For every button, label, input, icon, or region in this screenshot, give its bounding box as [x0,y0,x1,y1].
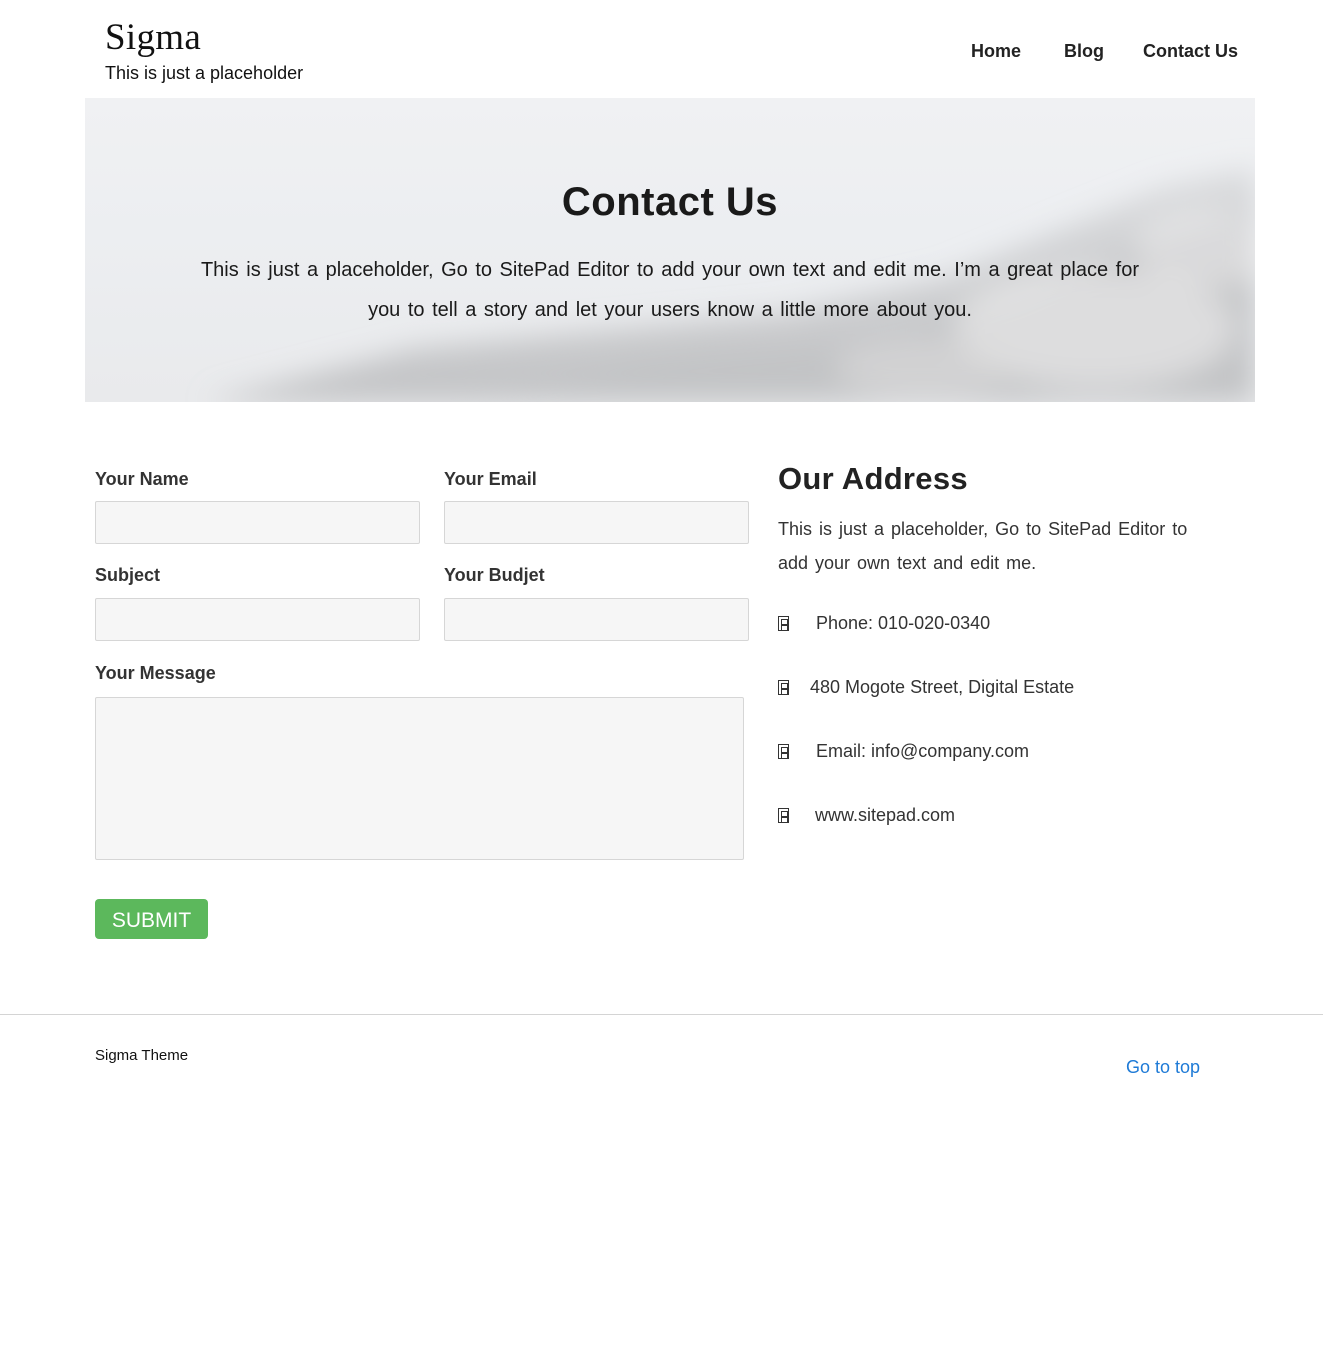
message-textarea[interactable] [95,697,744,860]
address-section: Our Address This is just a placeholder, … [778,460,1223,825]
email-icon [778,743,789,759]
go-to-top-link[interactable]: Go to top [1126,1056,1200,1078]
nav-contact-us[interactable]: Contact Us [1143,40,1238,62]
budget-label: Your Budjet [444,565,545,585]
main-nav: Home Blog Contact Us [971,40,1238,62]
email-text[interactable]: Email: info@company.com [816,740,1029,762]
email-line: Email: info@company.com [778,740,1029,762]
address-text: This is just a placeholder, Go to SitePa… [778,519,1188,573]
website-line: www.sitepad.com [778,804,955,826]
website-text[interactable]: www.sitepad.com [815,804,955,826]
footer-divider [0,1014,1323,1015]
page-title: Contact Us [561,180,779,224]
site-title[interactable]: Sigma [105,17,303,59]
submit-button[interactable]: SUBMIT [95,899,208,939]
name-label: Your Name [95,469,189,489]
hero-content: Contact Us This is just a placeholder, G… [85,98,1255,330]
site-tagline: This is just a placeholder [105,63,304,83]
message-label: Your Message [95,663,216,683]
email-label: Your Email [444,469,537,489]
location-icon [778,679,789,695]
name-input[interactable] [95,501,420,544]
subject-label: Subject [95,565,161,585]
street-text: 480 Mogote Street, Digital Estate [810,677,1075,697]
brand: Sigma This is just a placeholder [105,17,303,84]
nav-blog[interactable]: Blog [1064,40,1104,62]
subject-input[interactable] [95,598,420,641]
hero-text: This is just a placeholder, Go to SitePa… [200,259,1140,321]
street-line: 480 Mogote Street, Digital Estate [778,676,1074,698]
budget-input[interactable] [444,598,749,641]
phone-icon [778,615,789,631]
nav-home[interactable]: Home [971,40,1021,62]
globe-icon [778,807,789,823]
site-header: Sigma This is just a placeholder Home Bl… [0,0,1323,98]
address-title: Our Address [778,461,968,496]
phone-line: Phone: 010-020-0340 [778,612,990,634]
footer-brand: Sigma Theme [95,1047,189,1064]
phone-text: Phone: 010-020-0340 [816,613,991,633]
hero-banner: Contact Us This is just a placeholder, G… [85,98,1255,402]
email-input[interactable] [444,501,749,544]
